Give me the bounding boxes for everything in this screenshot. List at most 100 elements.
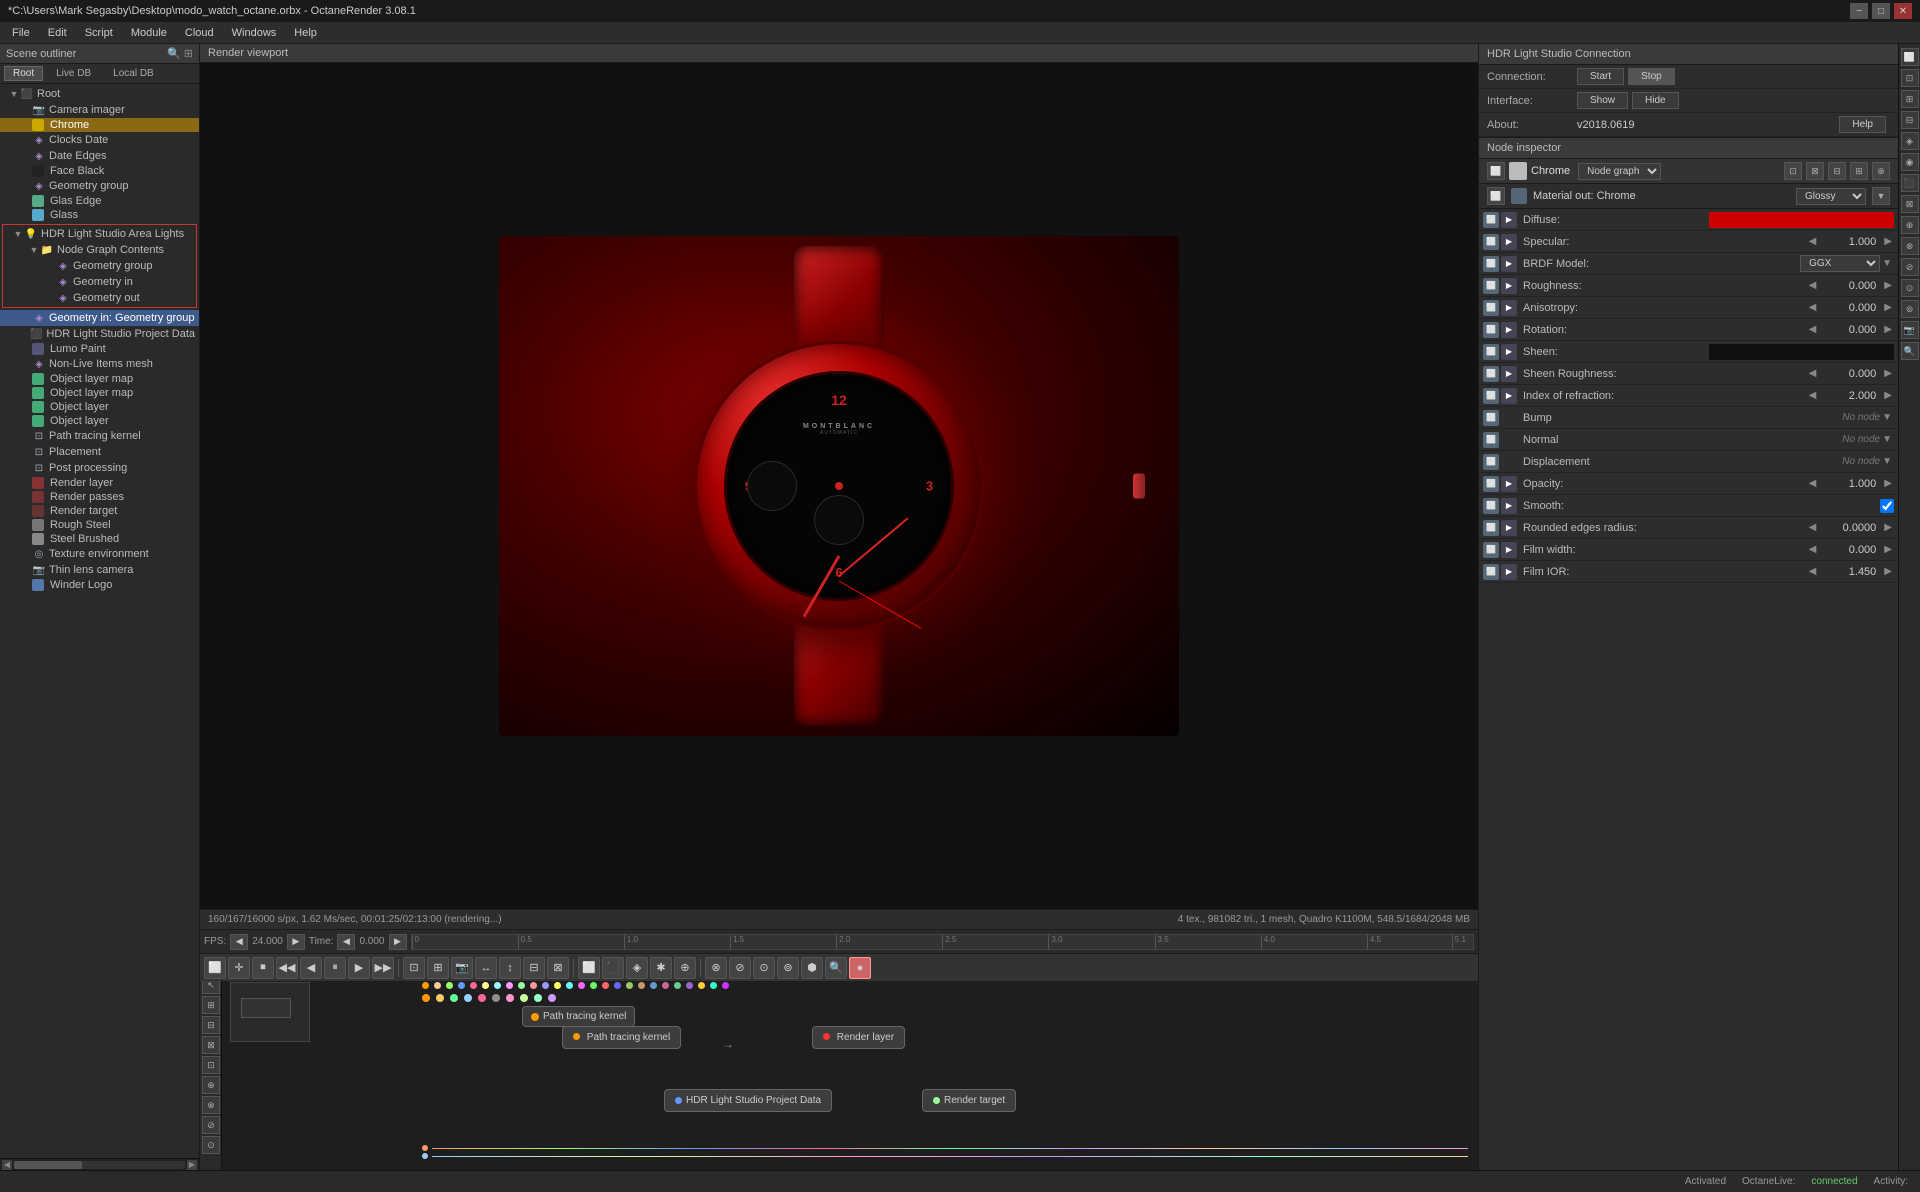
tree-item-winder-logo[interactable]: Winder Logo <box>0 578 199 592</box>
ng-node-rt[interactable]: Render target <box>922 1089 1016 1112</box>
ng-node-ptk[interactable]: Path tracing kernel <box>522 1006 635 1027</box>
right-icon-camera[interactable]: 📷 <box>1901 321 1919 339</box>
tree-item-placement[interactable]: ⊡ Placement <box>0 444 199 460</box>
tree-item-date-edges[interactable]: ◈ Date Edges <box>0 148 199 164</box>
expand-arrow-root[interactable]: ▼ <box>8 89 20 99</box>
right-icon-8[interactable]: ⊠ <box>1901 195 1919 213</box>
maximize-button[interactable]: □ <box>1872 3 1890 19</box>
tree-item-chrome[interactable]: Chrome <box>0 118 199 132</box>
prop-icon-displacement[interactable]: ⬜ <box>1483 454 1499 470</box>
ni-view-btn-4[interactable]: ⊞ <box>1850 162 1868 180</box>
scroll-track[interactable] <box>14 1161 185 1169</box>
prop-slider-right-opacity[interactable]: ▶ <box>1882 478 1894 489</box>
tree-item-obj-layer2[interactable]: Object layer <box>0 414 199 428</box>
menu-help[interactable]: Help <box>286 25 325 41</box>
hdr-hide-btn[interactable]: Hide <box>1632 92 1679 109</box>
prop-expand-opacity[interactable]: ▶ <box>1501 476 1517 492</box>
prop-expand-roughness[interactable]: ▶ <box>1501 278 1517 294</box>
tree-item-camera-imager[interactable]: 📷 Camera imager <box>0 102 199 118</box>
tree-item-clocks-date[interactable]: ◈ Clocks Date <box>0 132 199 148</box>
tree-item-geo-group[interactable]: ◈ Geometry group <box>0 178 199 194</box>
menu-file[interactable]: File <box>4 25 38 41</box>
ng-tool-4[interactable]: ⊠ <box>202 1036 220 1054</box>
menu-module[interactable]: Module <box>123 25 175 41</box>
prop-expand-sheen-roughness[interactable]: ▶ <box>1501 366 1517 382</box>
prop-expand-brdf[interactable]: ▶ <box>1501 256 1517 272</box>
prop-slider-left-re[interactable]: ◀ <box>1807 522 1819 533</box>
menu-edit[interactable]: Edit <box>40 25 75 41</box>
scroll-right-btn[interactable]: ▶ <box>187 1160 197 1170</box>
tree-item-glas-edge[interactable]: Glas Edge <box>0 194 199 208</box>
right-icon-6[interactable]: ◉ <box>1901 153 1919 171</box>
prop-val-anisotropy[interactable]: 0.000 <box>1820 302 1880 314</box>
ni-icon-btn-1[interactable]: ⬜ <box>1487 162 1505 180</box>
tab-livedb[interactable]: Live DB <box>47 66 100 81</box>
right-icon-1[interactable]: ⬜ <box>1901 48 1919 66</box>
tree-item-geo-group2[interactable]: ◈ Geometry group <box>4 258 195 274</box>
hdr-start-btn[interactable]: Start <box>1577 68 1624 85</box>
ng-tool-2[interactable]: ⊞ <box>202 996 220 1014</box>
prop-slider-right-re[interactable]: ▶ <box>1882 522 1894 533</box>
prop-slider-left-fw[interactable]: ◀ <box>1807 544 1819 555</box>
tree-item-geo-out[interactable]: ◈ Geometry out <box>4 290 195 306</box>
prop-dropdown-arrow-brdf[interactable]: ▼ <box>1880 258 1894 269</box>
prop-slider-left-roughness[interactable]: ◀ <box>1807 280 1819 291</box>
fps-decrease-btn[interactable]: ◀ <box>230 934 248 950</box>
prop-slider-right-specular[interactable]: ▶ <box>1882 236 1894 247</box>
prop-slider-right-fior[interactable]: ▶ <box>1882 566 1894 577</box>
right-icon-11[interactable]: ⊘ <box>1901 258 1919 276</box>
prop-val-specular[interactable]: 1.000 <box>1820 236 1880 248</box>
right-icon-7[interactable]: ⬛ <box>1901 174 1919 192</box>
prop-expand-ior[interactable]: ▶ <box>1501 388 1517 404</box>
prop-icon-rotation[interactable]: ⬜ <box>1483 322 1499 338</box>
prop-slider-left-sr[interactable]: ◀ <box>1807 368 1819 379</box>
prop-brdf-dropdown[interactable]: GGX Beckmann Ward <box>1800 255 1880 272</box>
tree-item-nonlive[interactable]: ◈ Non-Live Items mesh <box>0 356 199 372</box>
tree-item-render-passes[interactable]: Render passes <box>0 490 199 504</box>
prop-icon-smooth[interactable]: ⬜ <box>1483 498 1499 514</box>
ni-view-btn-5[interactable]: ⊕ <box>1872 162 1890 180</box>
prop-color-diffuse[interactable] <box>1709 212 1895 228</box>
tree-item-hdr-lights[interactable]: ▼ 💡 HDR Light Studio Area Lights <box>4 226 195 242</box>
time-increase-btn[interactable]: ▶ <box>389 934 407 950</box>
prop-expand-sheen[interactable]: ▶ <box>1501 344 1517 360</box>
prop-icon-specular[interactable]: ⬜ <box>1483 234 1499 250</box>
ni-node-graph-dropdown[interactable]: Node graph <box>1578 163 1661 180</box>
tree-item-obj-layer1[interactable]: Object layer <box>0 400 199 414</box>
ng-node-ptk-main[interactable]: Path tracing kernel <box>562 1026 681 1049</box>
tab-root[interactable]: Root <box>4 66 43 81</box>
ng-view[interactable]: Path tracing kernel <box>222 974 1478 1170</box>
hdr-show-btn[interactable]: Show <box>1577 92 1628 109</box>
tree-item-obj-layer-map1[interactable]: Object layer map <box>0 372 199 386</box>
prop-val-sheen-roughness[interactable]: 0.000 <box>1820 368 1880 380</box>
prop-icon-film-width[interactable]: ⬜ <box>1483 542 1499 558</box>
prop-val-opacity[interactable]: 1.000 <box>1820 478 1880 490</box>
prop-checkbox-smooth[interactable] <box>1880 499 1894 513</box>
right-icon-15[interactable]: 🔍 <box>1901 342 1919 360</box>
prop-expand-film-width[interactable]: ▶ <box>1501 542 1517 558</box>
prop-icon-rounded-edges[interactable]: ⬜ <box>1483 520 1499 536</box>
ng-tool-7[interactable]: ⊗ <box>202 1096 220 1114</box>
ng-tool-9[interactable]: ⊙ <box>202 1136 220 1154</box>
prop-icon-ior[interactable]: ⬜ <box>1483 388 1499 404</box>
prop-icon-sheen[interactable]: ⬜ <box>1483 344 1499 360</box>
right-icon-4[interactable]: ⊟ <box>1901 111 1919 129</box>
prop-dropdown-bump[interactable]: ▼ <box>1880 412 1894 423</box>
tree-item-hdr-project[interactable]: ⬛ HDR Light Studio Project Data <box>0 326 199 342</box>
prop-dropdown-displacement[interactable]: ▼ <box>1880 456 1894 467</box>
prop-slider-right-rotation[interactable]: ▶ <box>1882 324 1894 335</box>
prop-val-film-width[interactable]: 0.000 <box>1820 544 1880 556</box>
tree-item-render-layer[interactable]: Render layer <box>0 476 199 490</box>
prop-expand-rotation[interactable]: ▶ <box>1501 322 1517 338</box>
filter-icon[interactable]: ⊞ <box>184 47 193 60</box>
prop-val-ior[interactable]: 2.000 <box>1820 390 1880 402</box>
prop-slider-right-roughness[interactable]: ▶ <box>1882 280 1894 291</box>
tree-item-render-target[interactable]: Render target <box>0 504 199 518</box>
prop-val-film-ior[interactable]: 1.450 <box>1820 566 1880 578</box>
prop-slider-right-anisotropy[interactable]: ▶ <box>1882 302 1894 313</box>
ni-view-btn-2[interactable]: ⊠ <box>1806 162 1824 180</box>
tree-item-ptk[interactable]: ⊡ Path tracing kernel <box>0 428 199 444</box>
prop-val-rotation[interactable]: 0.000 <box>1820 324 1880 336</box>
prop-expand-film-ior[interactable]: ▶ <box>1501 564 1517 580</box>
prop-slider-left-specular[interactable]: ◀ <box>1807 236 1819 247</box>
